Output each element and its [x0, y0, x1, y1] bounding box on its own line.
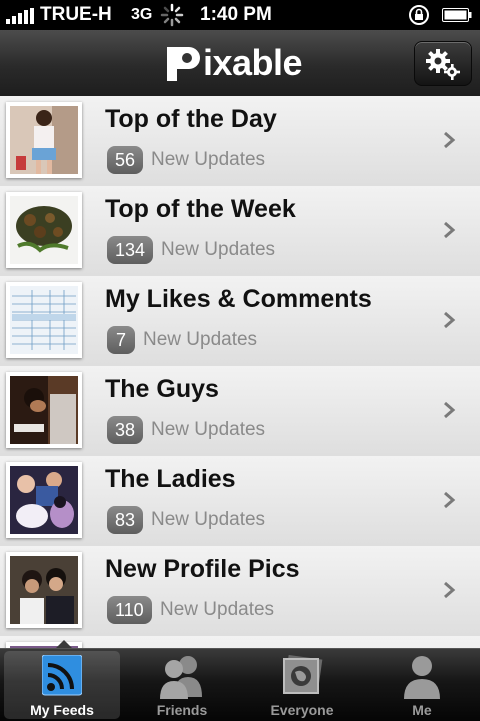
updates-label: New Updates	[143, 329, 258, 350]
update-count-badge: 38	[107, 416, 144, 444]
signal-strength-icon	[6, 8, 36, 24]
feed-title: Top of the Week	[105, 195, 296, 223]
updates-label: New Updates	[161, 239, 276, 260]
tab-label: My Feeds	[30, 702, 94, 718]
feed-row-top-of-the-week[interactable]: Top of the Week 134 New Updates	[0, 186, 480, 277]
updates-label: New Updates	[151, 419, 266, 440]
chevron-right-icon	[444, 311, 456, 329]
feed-thumbnail	[6, 462, 82, 538]
clock: 1:40 PM	[200, 4, 272, 25]
updates-label: New Updates	[151, 509, 266, 530]
tab-label: Me	[412, 702, 432, 718]
feed-row-my-likes-comments[interactable]: My Likes & Comments 7 New Updates	[0, 276, 480, 367]
tab-label: Everyone	[270, 702, 334, 718]
feed-title: Top of the Day	[105, 105, 277, 133]
tab-me[interactable]: Me	[364, 651, 480, 719]
pixable-p-icon	[167, 47, 200, 81]
feed-title: My Likes & Comments	[105, 285, 372, 313]
friends-icon	[160, 656, 202, 699]
updates-label: New Updates	[160, 599, 275, 620]
feed-row-the-guys[interactable]: The Guys 38 New Updates	[0, 366, 480, 457]
network-type: 3G	[131, 6, 153, 23]
settings-button[interactable]	[414, 41, 472, 86]
feed-thumbnail	[6, 372, 82, 448]
globe-photo-icon	[283, 655, 323, 694]
feed-thumbnail	[6, 282, 82, 358]
update-count-badge: 83	[107, 506, 144, 534]
navigation-bar: ixable	[0, 30, 480, 97]
tab-label: Friends	[156, 702, 208, 718]
activity-spinner-icon	[160, 3, 184, 27]
person-icon	[404, 656, 440, 699]
battery-icon	[442, 8, 472, 22]
tab-friends[interactable]: Friends	[124, 651, 240, 719]
feed-thumbnail	[6, 192, 82, 268]
feed-title: The Guys	[105, 375, 219, 403]
feed-row-top-of-the-day[interactable]: Top of the Day 56 New Updates	[0, 96, 480, 187]
updates-label: New Updates	[151, 149, 266, 170]
update-count-badge: 110	[107, 596, 152, 624]
feed-title: The Ladies	[105, 465, 236, 493]
feed-row-the-ladies[interactable]: The Ladies 83 New Updates	[0, 456, 480, 547]
update-count-badge: 7	[107, 326, 135, 354]
chevron-right-icon	[444, 221, 456, 239]
chevron-right-icon	[444, 131, 456, 149]
chevron-right-icon	[444, 581, 456, 599]
tab-bar: My Feeds Friends Everyone Me	[0, 648, 480, 721]
update-count-badge: 56	[107, 146, 144, 174]
pixable-logo: ixable	[163, 43, 323, 83]
feed-title: New Profile Pics	[105, 555, 300, 583]
feed-thumbnail	[6, 552, 82, 628]
carrier-name: TRUE-H	[40, 4, 112, 25]
feed-icon	[42, 655, 82, 696]
update-count-badge: 134	[107, 236, 154, 264]
feed-list[interactable]: Top of the Day 56 New Updates Top of the…	[0, 96, 480, 648]
chevron-right-icon	[444, 401, 456, 419]
status-bar: TRUE-H 3G 1:40 PM	[0, 0, 480, 30]
tab-everyone[interactable]: Everyone	[244, 651, 360, 719]
chevron-right-icon	[444, 491, 456, 509]
logo-text: ixable	[203, 42, 303, 83]
rotation-lock-icon	[409, 5, 429, 25]
feed-thumbnail	[6, 102, 82, 178]
feed-row-new-profile-pics[interactable]: New Profile Pics 110 New Updates	[0, 546, 480, 637]
tab-my-feeds[interactable]: My Feeds	[4, 651, 120, 719]
gear-icon	[426, 49, 460, 80]
